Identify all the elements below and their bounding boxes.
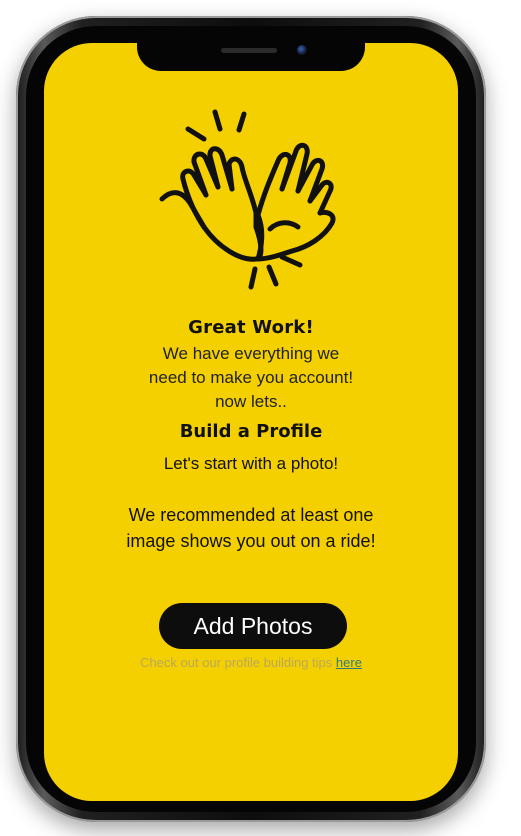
photo-prompt: Let's start with a photo! (163, 454, 339, 473)
section-title: Build a Profile (179, 421, 323, 442)
intro-line: now lets.. (215, 392, 287, 411)
recommendation-line: We recommended at least one (128, 505, 374, 525)
profile-tips: Check out our profile building tips here (44, 655, 458, 670)
intro-text: We have everything we need to make you a… (44, 342, 458, 414)
add-photos-button[interactable]: Add Photos (159, 603, 347, 649)
tips-text: Check out our profile building tips (140, 655, 336, 670)
intro-line: We have everything we (162, 344, 340, 363)
notch (137, 43, 365, 71)
app-screen: Great Work! We have everything we need t… (44, 43, 458, 801)
recommendation-line: image shows you out on a ride! (126, 531, 376, 551)
high-five-icon (159, 109, 336, 290)
intro-line: need to make you account! (148, 368, 354, 387)
headline: Great Work! (188, 317, 314, 338)
front-camera (297, 45, 307, 55)
speaker-grille (221, 48, 277, 53)
tips-link[interactable]: here (336, 655, 362, 670)
recommendation-text: We recommended at least one image shows … (44, 502, 458, 554)
